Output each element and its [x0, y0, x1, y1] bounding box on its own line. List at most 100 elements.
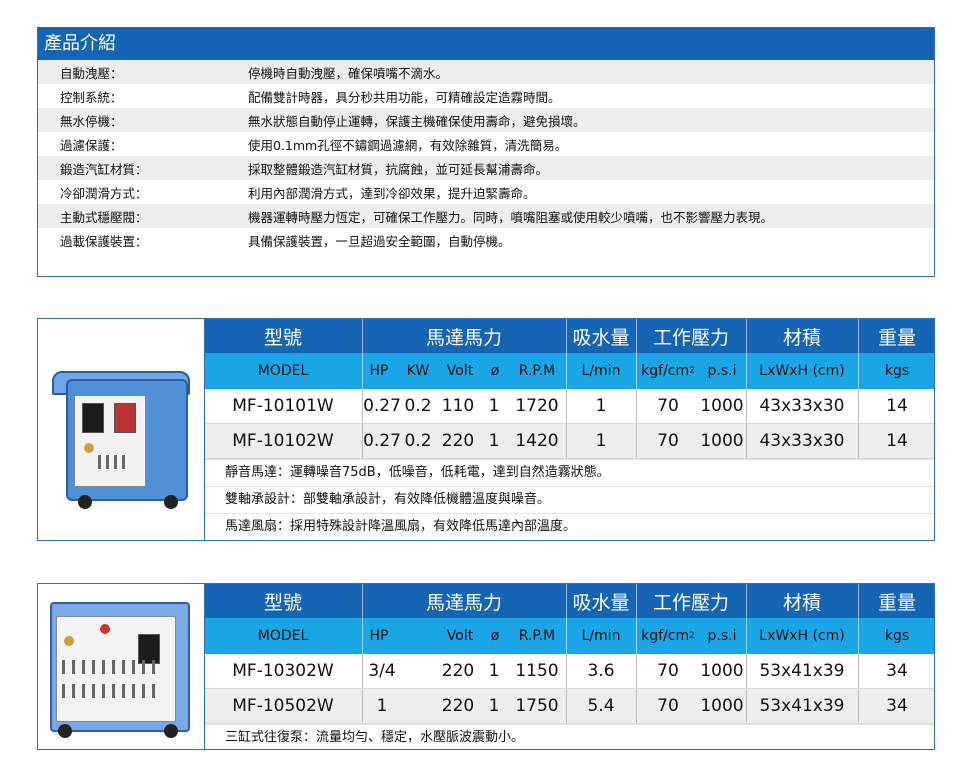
feature-value: 配備雙計時器，具分秒共用功能，可精確設定造霧時間。: [248, 89, 561, 105]
spec-table: 型號 馬達馬力 吸水量 工作壓力 材積 重量 MODEL HP Volt ø R…: [205, 584, 934, 749]
header-pressure: 工作壓力: [652, 591, 729, 614]
sub-rpm: R.P.M: [518, 628, 556, 644]
kw-cell: 0.2: [404, 396, 432, 416]
header-volume: 材積: [782, 326, 821, 349]
kgf-cell: 70: [657, 431, 679, 451]
feature-label: 自動洩壓：: [60, 65, 123, 81]
feature-label: 過濾保護：: [60, 137, 123, 153]
phase-cell: 1: [488, 696, 500, 716]
feature-label: 鍛造汽缸材質：: [60, 161, 148, 177]
lmin-cell: 1: [595, 396, 607, 416]
model-cell: MF-10101W: [232, 396, 334, 416]
feature-row: 控制系統： 配備雙計時器，具分秒共用功能，可精確設定造霧時間。: [38, 84, 934, 108]
kgf-cell: 70: [657, 696, 679, 716]
machine-image-2: [38, 584, 205, 749]
hp-cell: 3/4: [368, 661, 396, 681]
volt-cell: 220: [441, 696, 475, 716]
sub-kgs: kgs: [884, 363, 910, 379]
kgs-cell: 14: [886, 431, 908, 451]
sub-phase: ø: [490, 363, 500, 379]
machine-image-1: [38, 319, 205, 540]
phase-cell: 1: [488, 431, 500, 451]
sub-kgs: kgs: [884, 628, 910, 644]
sub-volt: Volt: [446, 363, 474, 379]
psi-cell: 1000: [700, 431, 744, 451]
spec-note: 馬達風扇：採用特殊設計降溫風扇，有效降低馬達內部溫度。: [205, 513, 934, 540]
sub-dim: LxWxH (cm): [759, 363, 845, 379]
feature-list: 自動洩壓： 停機時自動洩壓，確保噴嘴不滴水。 控制系統： 配備雙計時器，具分秒共用功…: [38, 60, 934, 252]
header-row: 型號 馬達馬力 吸水量 工作壓力 材積 重量: [205, 319, 934, 353]
spec-note: 靜音馬達：運轉噪音75dB，低噪音，低耗電，達到自然造霧狀態。: [205, 459, 934, 486]
lmin-cell: 5.4: [587, 696, 615, 716]
spec-table: 型號 馬達馬力 吸水量 工作壓力 材積 重量 MODEL HP KW Volt …: [205, 319, 934, 540]
volt-cell: 220: [441, 431, 475, 451]
feature-label: 主動式穩壓閥：: [60, 209, 148, 225]
hp-cell: 1: [376, 696, 388, 716]
spec-note: 雙軸承設計：部雙軸承設計，有效降低機體溫度與噪音。: [205, 486, 934, 513]
feature-row: 無水停機： 無水狀態自動停止運轉，保護主機確保使用壽命，避免損壞。: [38, 108, 934, 132]
sub-kgf: kgf/cm 2: [641, 363, 695, 379]
lmin-cell: 1: [595, 431, 607, 451]
dim-cell: 43x33x30: [759, 431, 845, 451]
phase-cell: 1: [488, 661, 500, 681]
product-intro-title: 產品介紹: [38, 28, 934, 60]
sub-psi: p.s.i: [707, 363, 737, 379]
header-weight: 重量: [877, 591, 916, 614]
header-row: 型號 馬達馬力 吸水量 工作壓力 材積 重量: [205, 584, 934, 618]
sub-model: MODEL: [257, 628, 309, 644]
product-intro-panel: 產品介紹 自動洩壓： 停機時自動洩壓，確保噴嘴不滴水。 控制系統： 配備雙計時器，具…: [37, 27, 935, 277]
kgs-cell: 14: [886, 396, 908, 416]
hp-cell: 0.27: [363, 431, 401, 451]
sub-model: MODEL: [257, 363, 309, 379]
dim-cell: 53x41x39: [759, 696, 845, 716]
dim-cell: 53x41x39: [759, 661, 845, 681]
feature-row: 冷卻潤滑方式： 利用內部潤滑方式，達到冷卻效果，提升迫緊壽命。: [38, 180, 934, 204]
rpm-cell: 1750: [515, 696, 559, 716]
header-motor: 馬達馬力: [425, 591, 502, 614]
feature-value: 利用內部潤滑方式，達到冷卻效果，提升迫緊壽命。: [248, 185, 536, 201]
model-cell: MF-10102W: [232, 431, 334, 451]
kgs-cell: 34: [886, 661, 908, 681]
header-model: 型號: [263, 591, 302, 614]
sub-dim: LxWxH (cm): [759, 628, 845, 644]
sub-lmin: L/min: [581, 363, 621, 379]
subheader-row: MODEL HP Volt ø R.P.M L/min kgf/cm 2 p.s.…: [205, 618, 934, 654]
kgf-cell: 70: [657, 661, 679, 681]
sub-lmin: L/min: [581, 628, 621, 644]
feature-row: 自動洩壓： 停機時自動洩壓，確保噴嘴不滴水。: [38, 60, 934, 84]
feature-value: 採取整體鍛造汽缸材質，抗腐蝕，並可延長幫浦壽命。: [248, 161, 549, 177]
rpm-cell: 1150: [515, 661, 559, 681]
psi-cell: 1000: [700, 696, 744, 716]
feature-row: 過濾保護： 使用0.1mm孔徑不鏽鋼過濾網，有效除雜質，清洗簡易。: [38, 132, 934, 156]
feature-label: 過載保護裝置：: [60, 233, 148, 249]
feature-label: 無水停機：: [60, 113, 123, 129]
feature-row: 主動式穩壓閥： 機器運轉時壓力恆定，可確保工作壓力。同時，噴嘴阻塞或使用較少噴嘴，…: [38, 204, 934, 228]
psi-cell: 1000: [700, 396, 744, 416]
feature-label: 冷卻潤滑方式：: [60, 185, 148, 201]
feature-value: 具備保護裝置，一旦超過安全範圍，自動停機。: [248, 233, 511, 249]
header-weight: 重量: [877, 326, 916, 349]
sub-hp: HP: [369, 363, 389, 379]
rpm-cell: 1420: [515, 431, 559, 451]
lmin-cell: 3.6: [587, 661, 615, 681]
header-model: 型號: [263, 326, 302, 349]
volt-cell: 110: [441, 396, 475, 416]
volt-cell: 220: [441, 661, 475, 681]
subheader-row: MODEL HP KW Volt ø R.P.M L/min kgf/cm 2 p…: [205, 353, 934, 389]
header-suction: 吸水量: [572, 591, 630, 614]
product-spec-table-2: 型號 馬達馬力 吸水量 工作壓力 材積 重量 MODEL HP Volt ø R…: [37, 583, 935, 750]
feature-value: 使用0.1mm孔徑不鏽鋼過濾網，有效除雜質，清洗簡易。: [248, 137, 568, 153]
rpm-cell: 1720: [515, 396, 559, 416]
table-row: MF-10502W 1 220 1 1750 5.4 70 1000 53x41…: [205, 689, 934, 724]
sub-kgf: kgf/cm 2: [641, 628, 695, 644]
product-spec-table-1: 型號 馬達馬力 吸水量 工作壓力 材積 重量 MODEL HP KW Volt …: [37, 318, 935, 541]
feature-row: 鍛造汽缸材質： 採取整體鍛造汽缸材質，抗腐蝕，並可延長幫浦壽命。: [38, 156, 934, 180]
feature-value: 無水狀態自動停止運轉，保護主機確保使用壽命，避免損壞。: [248, 113, 586, 129]
feature-row: 過載保護裝置： 具備保護裝置，一旦超過安全範圍，自動停機。: [38, 228, 934, 252]
header-volume: 材積: [782, 591, 821, 614]
header-suction: 吸水量: [572, 326, 630, 349]
model-cell: MF-10302W: [232, 661, 334, 681]
table-row: MF-10101W 0.27 0.2 110 1 1720 1 70 1000 …: [205, 389, 934, 424]
phase-cell: 1: [488, 396, 500, 416]
sub-rpm: R.P.M: [518, 363, 556, 379]
